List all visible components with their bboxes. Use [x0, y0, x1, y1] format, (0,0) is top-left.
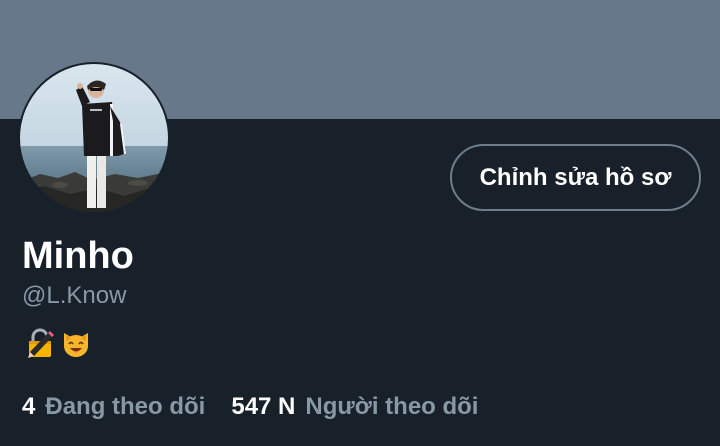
username-handle: @L.Know: [22, 282, 127, 309]
display-name: Minho: [22, 235, 134, 277]
follow-stats: 4 Đang theo dõi 547 N Người theo dõi: [22, 392, 478, 422]
followers-count: 547 N: [231, 393, 296, 420]
avatar-photo: [20, 64, 168, 212]
bio: [24, 327, 92, 359]
following-label: Đang theo dõi: [45, 393, 206, 420]
lock-with-pen-icon: [24, 327, 56, 359]
smiling-cat-icon: [60, 327, 92, 359]
edit-profile-button[interactable]: Chỉnh sửa hồ sơ: [450, 144, 701, 211]
followers-link[interactable]: 547 N Người theo dõi: [231, 392, 478, 422]
followers-label: Người theo dõi: [305, 393, 479, 420]
following-count: 4: [22, 393, 36, 420]
avatar[interactable]: [18, 62, 170, 214]
following-link[interactable]: 4 Đang theo dõi: [22, 392, 205, 422]
